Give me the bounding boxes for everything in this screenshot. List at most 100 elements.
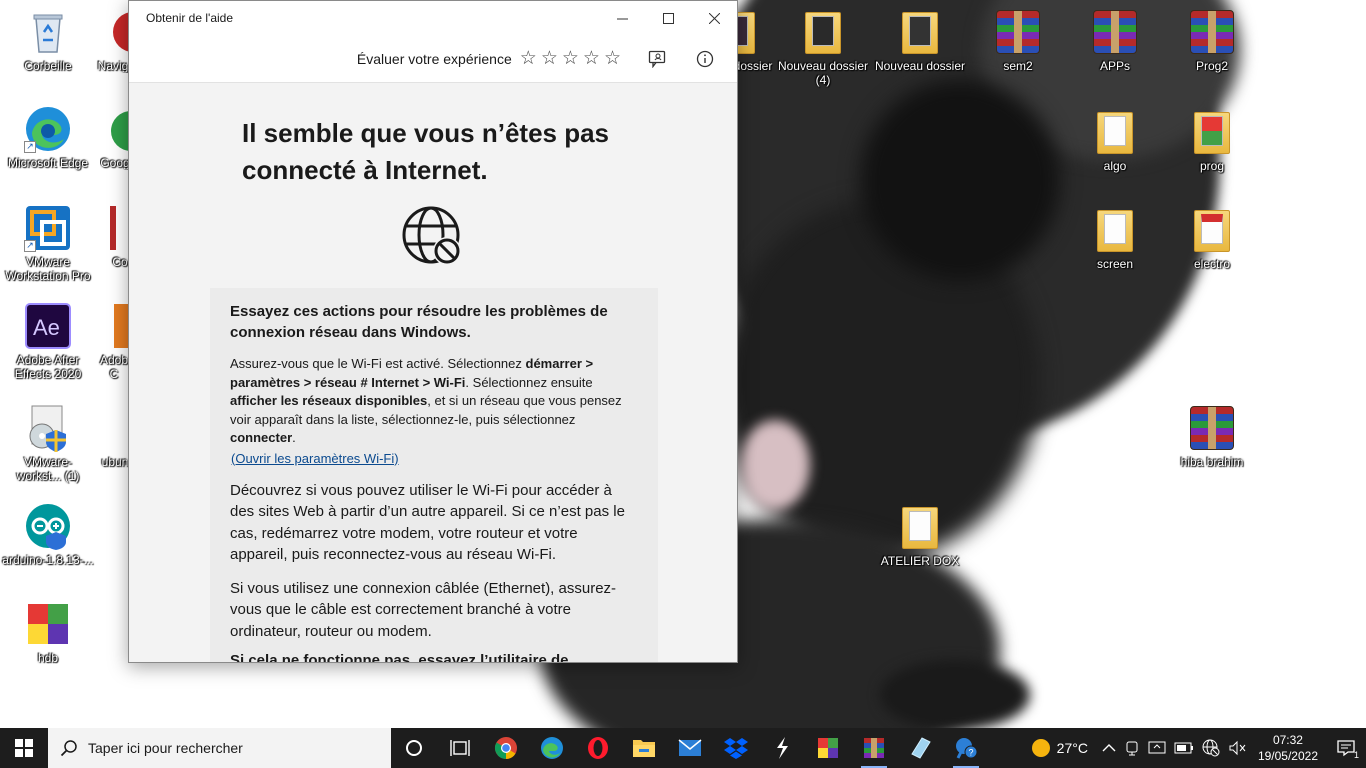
- desktop-icon-vmware[interactable]: ↗ VMware Workstation Pro: [1, 204, 95, 283]
- desktop-icon-prog2[interactable]: Prog2: [1165, 8, 1259, 73]
- desktop-icon-hdb[interactable]: hdb: [1, 600, 95, 665]
- desktop-icon-ubuntu[interactable]: ubun: [100, 404, 130, 469]
- desktop-icon-atelier-dox[interactable]: ATELIER DOX: [873, 503, 967, 568]
- desktop-icon-hiba-brahim[interactable]: hiba brahim: [1165, 404, 1259, 469]
- minimize-button[interactable]: [599, 1, 645, 35]
- show-hidden-icons-button[interactable]: [1098, 728, 1120, 768]
- globe-no-internet-icon: [1202, 739, 1220, 757]
- maximize-icon: [662, 12, 674, 24]
- desktop-icon-label: hdb: [37, 651, 59, 665]
- close-button[interactable]: [691, 1, 737, 35]
- desktop-icon-label: Nouveau dossier (4): [777, 59, 869, 87]
- taskbar-edge[interactable]: [529, 728, 575, 768]
- desktop-icon-corbeille[interactable]: Corbeille: [1, 8, 95, 73]
- folder-icon: [1188, 206, 1236, 254]
- volume-muted-icon: [1229, 740, 1246, 756]
- battery-icon: [1174, 742, 1193, 754]
- desktop-icon-algo[interactable]: algo: [1068, 108, 1162, 173]
- folder-icon: [1188, 108, 1236, 156]
- taskbar-clock[interactable]: 07:32 19/05/2022: [1250, 732, 1326, 764]
- taskbar-chrome[interactable]: [483, 728, 529, 768]
- folder-icon: [633, 740, 655, 757]
- desktop-icon-nouveau-dossier[interactable]: Nouveau dossier: [873, 8, 967, 73]
- dropbox-icon: [724, 738, 748, 759]
- meet-now-icon: [1126, 741, 1138, 756]
- maximize-button[interactable]: [645, 1, 691, 35]
- task-view-button[interactable]: [437, 728, 483, 768]
- desktop-icon-edge[interactable]: ↗ Microsoft Edge: [1, 105, 95, 170]
- desktop-icon-nouveau-dossier-4[interactable]: Nouveau dossier (4): [776, 8, 870, 87]
- desktop-icon-adobe[interactable]: Adob C: [98, 302, 130, 381]
- tray-app-1[interactable]: [1120, 728, 1144, 768]
- folder-icon: [733, 8, 773, 56]
- desktop-icon-prog[interactable]: prog: [1165, 108, 1259, 173]
- windows-logo-icon: [15, 739, 33, 757]
- troubleshooting-card: Essayez ces actions pour résoudre les pr…: [210, 288, 658, 662]
- desktop-icon-navigateur[interactable]: Navig: [95, 8, 131, 73]
- desktop-icon-dossier[interactable]: dossier: [733, 8, 773, 73]
- desktop-icon-vmware-installer[interactable]: VMware-workst... (1): [1, 404, 95, 483]
- desktop-icon-label: Nouveau dossier: [874, 59, 966, 73]
- rating-star-4[interactable]: ☆: [583, 49, 600, 68]
- desktop-icon-screen[interactable]: screen: [1068, 206, 1162, 271]
- desktop-icon-google[interactable]: Goog: [100, 105, 130, 170]
- taskbar-app-s[interactable]: [759, 728, 805, 768]
- rating-star-2[interactable]: ☆: [541, 49, 558, 68]
- start-button[interactable]: [0, 728, 48, 768]
- app-icon: [100, 404, 130, 452]
- battery-status[interactable]: [1170, 728, 1198, 768]
- desktop-icon-label: screen: [1096, 257, 1134, 271]
- window-title: Obtenir de l'aide: [146, 11, 234, 25]
- desktop-icon-after-effects[interactable]: Ae Adobe After Effects 2020: [1, 302, 95, 381]
- notification-count: 1: [1353, 750, 1359, 760]
- help-content: Il semble que vous n’êtes pas connecté à…: [129, 83, 737, 662]
- desktop-icon-electro[interactable]: electro: [1165, 206, 1259, 271]
- desktop-icon-label: VMware-workst... (1): [16, 455, 80, 483]
- svg-text:?: ?: [969, 748, 974, 758]
- wifi-instructions: Assurez-vous que le Wi-Fi est activé. Sé…: [230, 356, 622, 445]
- wifi-check-paragraph: Découvrez si vous pouvez utiliser le Wi-…: [230, 481, 625, 564]
- desktop-icon-arduino[interactable]: arduino-1.8.13-...: [1, 502, 95, 567]
- taskbar-opera[interactable]: [575, 728, 621, 768]
- window-titlebar[interactable]: Obtenir de l'aide: [129, 1, 737, 35]
- folder-icon: [896, 8, 944, 56]
- volume-control[interactable]: [1224, 728, 1250, 768]
- feedback-button[interactable]: [639, 43, 675, 75]
- taskbar-notes[interactable]: [897, 728, 943, 768]
- help-icon: ?: [956, 738, 978, 759]
- taskbar-dropbox[interactable]: [713, 728, 759, 768]
- desktop-icon-sem2[interactable]: sem2: [971, 8, 1065, 73]
- taskbar-winrar-app[interactable]: [805, 728, 851, 768]
- clock-date: 19/05/2022: [1257, 749, 1318, 763]
- arduino-icon: [24, 502, 72, 550]
- info-button[interactable]: [687, 43, 723, 75]
- desktop-icon-label: APPs: [1099, 59, 1130, 73]
- mail-icon: [678, 739, 702, 756]
- desktop-icon-label: Adob C: [99, 353, 129, 381]
- system-tray: 27°C 07:32 19/05/2022 1: [1027, 728, 1366, 768]
- weather-widget[interactable]: 27°C: [1027, 728, 1098, 768]
- cortana-button[interactable]: [391, 728, 437, 768]
- search-icon: [60, 740, 77, 757]
- taskbar-file-explorer[interactable]: [621, 728, 667, 768]
- tray-app-2[interactable]: [1144, 728, 1170, 768]
- taskbar-search[interactable]: Taper ici pour rechercher: [48, 728, 391, 768]
- desktop-icon-apps[interactable]: APPs: [1068, 8, 1162, 73]
- winrar-icon: [24, 600, 72, 648]
- action-center-button[interactable]: 1: [1326, 728, 1366, 768]
- desktop-icon-co[interactable]: Co: [110, 204, 130, 269]
- taskbar-winrar[interactable]: [851, 728, 897, 768]
- page-title: Il semble que vous n’êtes pas connecté à…: [242, 118, 610, 185]
- winrar-icon: [1188, 404, 1236, 452]
- desktop-icon-label: dossier: [733, 59, 773, 73]
- rating-star-1[interactable]: ☆: [520, 49, 537, 68]
- taskbar-mail[interactable]: [667, 728, 713, 768]
- rating-star-5[interactable]: ☆: [604, 49, 621, 68]
- rating-star-3[interactable]: ☆: [562, 49, 579, 68]
- taskbar-get-help[interactable]: ?: [943, 728, 989, 768]
- network-status[interactable]: [1198, 728, 1224, 768]
- open-wifi-settings-link[interactable]: (Ouvrir les paramètres Wi-Fi): [231, 449, 399, 468]
- winrar-icon: [864, 738, 884, 758]
- weather-temperature: 27°C: [1056, 740, 1088, 756]
- desktop-icon-label: ATELIER DOX: [880, 554, 960, 568]
